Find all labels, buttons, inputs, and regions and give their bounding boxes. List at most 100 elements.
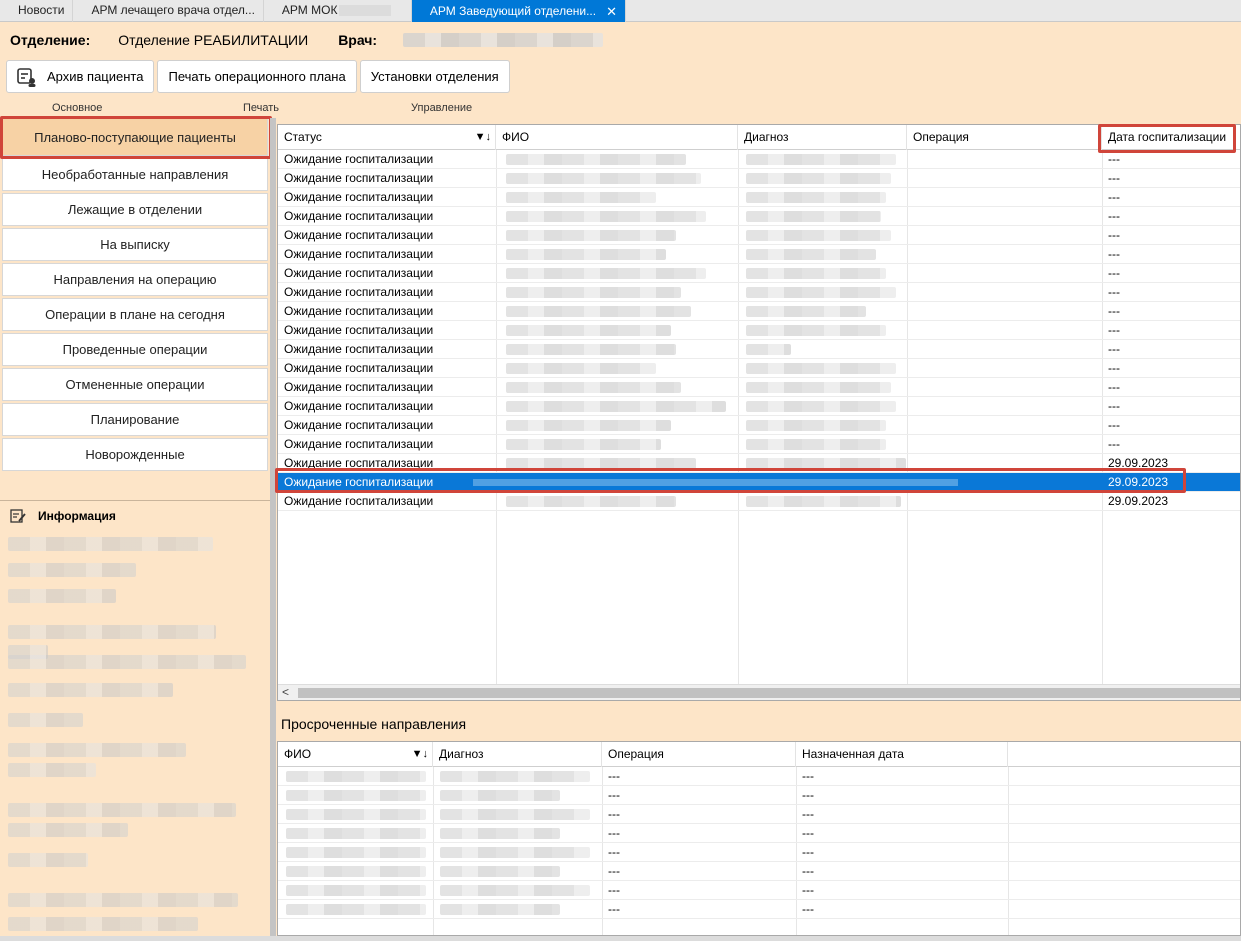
nav-unprocessed-referrals[interactable]: Необработанные направления [2, 158, 268, 191]
redacted-text [506, 439, 661, 450]
cell-status: Ожидание госпитализации [284, 399, 434, 413]
filter-sort-icon[interactable]: ▼↓ [475, 125, 491, 149]
vertical-splitter[interactable] [270, 118, 276, 941]
redacted-text [746, 192, 886, 203]
table-row[interactable]: Ожидание госпитализации --- [278, 302, 1240, 321]
redacted-text [8, 563, 136, 577]
col-fio[interactable]: ФИО ▼↓ [278, 742, 433, 767]
col-operation[interactable]: Операция [907, 125, 1102, 150]
planned-patients-grid: Статус ▼↓ ФИО Диагноз Операция Дата госп… [277, 124, 1241, 701]
cell-operation: --- [608, 788, 620, 802]
col-diagnosis[interactable]: Диагноз [433, 742, 602, 767]
table-row[interactable]: --- --- [278, 767, 1240, 786]
group-manage-label: Управление [411, 102, 473, 114]
redacted-text [8, 537, 213, 551]
horizontal-scrollbar[interactable]: < [278, 684, 1240, 700]
cell-status: Ожидание госпитализации [284, 304, 434, 318]
tab-arm-mok[interactable]: АРМ МОК [264, 0, 412, 22]
print-operation-plan-button[interactable]: Печать операционного плана [157, 60, 357, 93]
table-row[interactable]: Ожидание госпитализации --- [278, 397, 1240, 416]
redacted-text [506, 249, 666, 260]
table-row[interactable]: --- --- [278, 843, 1240, 862]
cell-status: Ожидание госпитализации [284, 171, 434, 185]
table-row[interactable]: Ожидание госпитализации --- [278, 169, 1240, 188]
table-row[interactable]: --- --- [278, 824, 1240, 843]
redacted-text [746, 154, 896, 165]
table-row[interactable]: Ожидание госпитализации --- [278, 340, 1240, 359]
tab-news[interactable]: Новости [0, 0, 74, 22]
col-status[interactable]: Статус ▼↓ [278, 125, 496, 150]
table-row[interactable]: --- --- [278, 805, 1240, 824]
table-row[interactable]: --- --- [278, 786, 1240, 805]
cell-assigned-date: --- [802, 788, 814, 802]
table-row[interactable]: --- --- [278, 862, 1240, 881]
table-row[interactable]: --- --- [278, 881, 1240, 900]
table-row[interactable]: Ожидание госпитализации --- [278, 283, 1240, 302]
cell-status: Ожидание госпитализации [284, 285, 434, 299]
redacted-text [506, 230, 676, 241]
cell-status: Ожидание госпитализации [284, 228, 434, 242]
nav-performed-operations[interactable]: Проведенные операции [2, 333, 268, 366]
redacted-text [506, 363, 656, 374]
table-row[interactable]: Ожидание госпитализации --- [278, 245, 1240, 264]
cell-operation: --- [608, 769, 620, 783]
redacted-text [440, 790, 560, 801]
redacted-text [440, 828, 560, 839]
col-diagnosis[interactable]: Диагноз [738, 125, 907, 150]
cell-operation: --- [608, 807, 620, 821]
nav-discharge[interactable]: На выписку [2, 228, 268, 261]
table-row[interactable]: --- --- [278, 900, 1240, 919]
col-assigned-date[interactable]: Назначенная дата [796, 742, 1008, 767]
department-settings-button[interactable]: Установки отделения [359, 60, 510, 93]
table-row[interactable]: Ожидание госпитализации --- [278, 188, 1240, 207]
cell-hospitalization-date: --- [1108, 361, 1120, 375]
doctor-value-redacted [403, 33, 604, 47]
redacted-text [746, 173, 891, 184]
table-row[interactable]: Ожидание госпитализации --- [278, 207, 1240, 226]
archive-icon [17, 67, 37, 87]
redacted-text [8, 655, 246, 669]
table-row[interactable]: Ожидание госпитализации --- [278, 435, 1240, 454]
scroll-left-icon[interactable]: < [282, 685, 289, 700]
cell-status: Ожидание госпитализации [284, 247, 434, 261]
redacted-text [286, 885, 426, 896]
table-row[interactable]: Ожидание госпитализации --- [278, 321, 1240, 340]
table-row[interactable]: Ожидание госпитализации --- [278, 359, 1240, 378]
table-row[interactable]: Ожидание госпитализации 29.09.2023 [278, 492, 1240, 511]
table-row[interactable]: Ожидание госпитализации --- [278, 150, 1240, 169]
table-row[interactable]: Ожидание госпитализации --- [278, 226, 1240, 245]
redacted-text [506, 382, 681, 393]
tab-arm-doctor[interactable]: АРМ лечащего врача отдел... [73, 0, 264, 22]
cell-hospitalization-date: --- [1108, 399, 1120, 413]
cell-operation: --- [608, 845, 620, 859]
nav-planning[interactable]: Планирование [2, 403, 268, 436]
nav-newborns[interactable]: Новорожденные [2, 438, 268, 471]
nav-inpatients[interactable]: Лежащие в отделении [2, 193, 268, 226]
cell-hospitalization-date: --- [1108, 228, 1120, 242]
redacted-text [8, 763, 96, 777]
redacted-text [440, 847, 590, 858]
cell-hospitalization-date: --- [1108, 342, 1120, 356]
tab-arm-head-of-dept[interactable]: АРМ Заведующий отделени... ✕ [411, 0, 626, 22]
filter-sort-icon[interactable]: ▼↓ [412, 742, 428, 766]
patient-archive-button[interactable]: Архив пациента [6, 60, 155, 93]
cell-status: Ожидание госпитализации [284, 361, 434, 375]
redacted-text [506, 154, 686, 165]
redacted-text [506, 496, 676, 507]
nav-today-operations[interactable]: Операции в плане на сегодня [2, 298, 268, 331]
nav-cancelled-operations[interactable]: Отмененные операции [2, 368, 268, 401]
cell-assigned-date: --- [802, 845, 814, 859]
table-row[interactable]: Ожидание госпитализации --- [278, 416, 1240, 435]
redacted-text [286, 847, 426, 858]
col-operation[interactable]: Операция [602, 742, 796, 767]
table-row[interactable]: Ожидание госпитализации --- [278, 378, 1240, 397]
redacted-text [286, 771, 426, 782]
cell-status: Ожидание госпитализации [284, 152, 434, 166]
redacted-text [8, 853, 88, 867]
col-fio[interactable]: ФИО [496, 125, 738, 150]
scrollbar-thumb[interactable] [298, 688, 1240, 698]
redacted-text [8, 893, 238, 907]
close-icon[interactable]: ✕ [606, 5, 617, 18]
nav-surgery-referrals[interactable]: Направления на операцию [2, 263, 268, 296]
table-row[interactable]: Ожидание госпитализации --- [278, 264, 1240, 283]
